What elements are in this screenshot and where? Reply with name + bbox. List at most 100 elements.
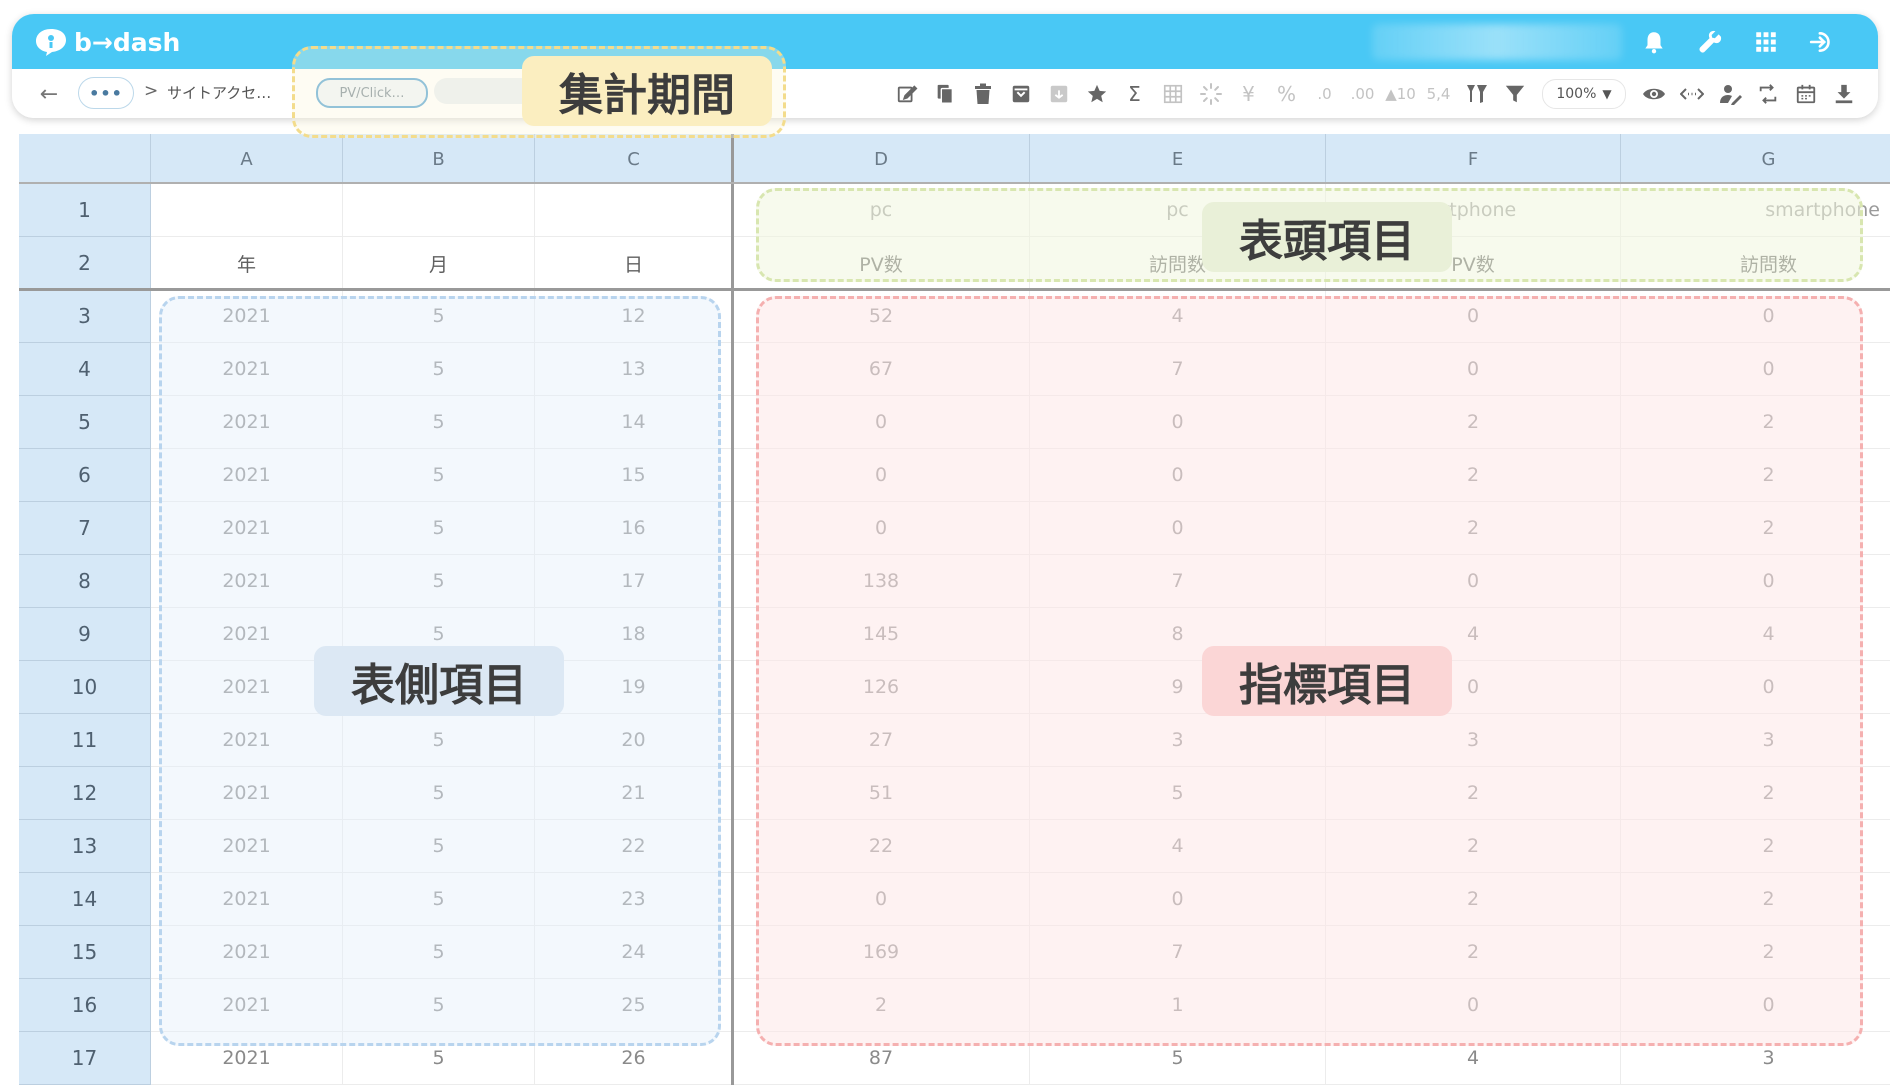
breadcrumb-more-button[interactable]: ••• [78, 77, 134, 109]
row-header[interactable]: 16 [19, 979, 151, 1032]
cell[interactable]: 2 [1326, 767, 1621, 820]
column-header-f[interactable]: F [1326, 134, 1621, 184]
cell[interactable]: 2021 [151, 343, 343, 396]
cell[interactable]: 0 [1030, 502, 1326, 555]
cell[interactable]: 2 [1621, 873, 1890, 926]
cell[interactable]: 4 [1621, 608, 1890, 661]
cell[interactable]: 18 [535, 608, 733, 661]
grid-menu-icon[interactable] [1750, 26, 1782, 58]
cell[interactable]: 0 [1621, 555, 1890, 608]
filter-icon[interactable] [1500, 80, 1529, 108]
breadcrumb-current[interactable]: サイトアクセ… [167, 82, 271, 103]
column-header-a[interactable]: A [151, 134, 343, 184]
row-header[interactable]: 3 [19, 290, 151, 343]
row-header[interactable]: 1 [19, 184, 151, 237]
negative-format-icon[interactable]: ▲10 [1385, 80, 1416, 108]
expand-horizontal-icon[interactable] [1677, 80, 1706, 108]
row-header[interactable]: 9 [19, 608, 151, 661]
cell[interactable]: 5 [343, 714, 535, 767]
cell[interactable]: 7 [1030, 555, 1326, 608]
cell[interactable]: 13 [535, 343, 733, 396]
decimal-decrease-icon[interactable]: .0 [1310, 80, 1339, 108]
cell[interactable]: 2021 [151, 926, 343, 979]
cell[interactable]: 0 [1621, 290, 1890, 343]
cell[interactable]: 2 [1326, 449, 1621, 502]
cell[interactable]: 169 [733, 926, 1030, 979]
cell[interactable]: 26 [535, 1032, 733, 1085]
cell[interactable]: 14 [535, 396, 733, 449]
cell[interactable]: 日 [535, 237, 733, 290]
cell[interactable]: 2021 [151, 979, 343, 1032]
cell[interactable]: 0 [1326, 290, 1621, 343]
cell[interactable]: 2021 [151, 714, 343, 767]
cell[interactable]: 0 [1326, 555, 1621, 608]
cell[interactable]: 67 [733, 343, 1030, 396]
star-icon[interactable] [1082, 80, 1111, 108]
cell[interactable]: 2021 [151, 555, 343, 608]
copy-icon[interactable] [930, 80, 959, 108]
account-name-blurred[interactable] [1372, 24, 1622, 60]
cell[interactable]: 2021 [151, 767, 343, 820]
row-header[interactable]: 12 [19, 767, 151, 820]
table-grid-icon[interactable] [1158, 80, 1187, 108]
cell[interactable] [535, 184, 733, 237]
cell[interactable]: 0 [1621, 343, 1890, 396]
cell[interactable]: 0 [1030, 873, 1326, 926]
cell[interactable]: 0 [1621, 661, 1890, 714]
row-header[interactable]: 2 [19, 237, 151, 290]
row-header[interactable]: 6 [19, 449, 151, 502]
spinner-icon[interactable] [1196, 80, 1225, 108]
decimal-increase-icon[interactable]: .00 [1348, 80, 1377, 108]
metric-pill[interactable]: PV/Click… [316, 78, 428, 108]
row-header[interactable]: 13 [19, 820, 151, 873]
cell[interactable]: 5 [343, 1032, 535, 1085]
back-arrow-icon[interactable]: ← [34, 79, 64, 109]
cell[interactable]: 5 [343, 555, 535, 608]
cell[interactable]: 126 [733, 661, 1030, 714]
cell[interactable]: 7 [1030, 926, 1326, 979]
user-edit-icon[interactable] [1715, 80, 1744, 108]
cell[interactable]: 5 [343, 396, 535, 449]
cell[interactable]: 2 [1621, 820, 1890, 873]
cell[interactable]: 5 [343, 343, 535, 396]
column-header-g[interactable]: G [1621, 134, 1890, 184]
row-header[interactable]: 7 [19, 502, 151, 555]
cell[interactable]: 月 [343, 237, 535, 290]
cell[interactable] [151, 184, 343, 237]
row-header[interactable]: 14 [19, 873, 151, 926]
cell[interactable]: 2 [1326, 396, 1621, 449]
cell[interactable]: 2021 [151, 820, 343, 873]
cell[interactable]: 2 [1621, 502, 1890, 555]
cell[interactable]: 5 [343, 926, 535, 979]
cell[interactable]: 0 [733, 449, 1030, 502]
cell[interactable]: 5 [1030, 767, 1326, 820]
cell[interactable]: 17 [535, 555, 733, 608]
cell[interactable]: 5 [343, 820, 535, 873]
cell[interactable]: 16 [535, 502, 733, 555]
cell[interactable]: 2021 [151, 449, 343, 502]
trash-icon[interactable] [968, 80, 997, 108]
cell[interactable]: 0 [733, 502, 1030, 555]
cell[interactable]: 19 [535, 661, 733, 714]
edit-icon[interactable] [892, 80, 921, 108]
cell[interactable]: 5 [343, 502, 535, 555]
cell[interactable]: 145 [733, 608, 1030, 661]
bell-icon[interactable] [1638, 26, 1670, 58]
cell[interactable]: 7 [1030, 343, 1326, 396]
yen-icon[interactable]: ¥ [1234, 80, 1263, 108]
cell[interactable]: 138 [733, 555, 1030, 608]
cell[interactable]: 2021 [151, 873, 343, 926]
cell[interactable]: 22 [733, 820, 1030, 873]
cell[interactable]: 15 [535, 449, 733, 502]
cell[interactable]: 2 [1621, 396, 1890, 449]
row-header[interactable]: 8 [19, 555, 151, 608]
cell[interactable]: 4 [1326, 1032, 1621, 1085]
column-header-c[interactable]: C [535, 134, 733, 184]
cell[interactable]: 23 [535, 873, 733, 926]
download-icon[interactable] [1829, 80, 1858, 108]
cell[interactable]: 0 [1030, 396, 1326, 449]
cell[interactable]: 2021 [151, 396, 343, 449]
logout-icon[interactable] [1806, 26, 1838, 58]
zoom-select[interactable]: 100% ▼ [1542, 79, 1626, 109]
cell[interactable]: 2 [1621, 767, 1890, 820]
